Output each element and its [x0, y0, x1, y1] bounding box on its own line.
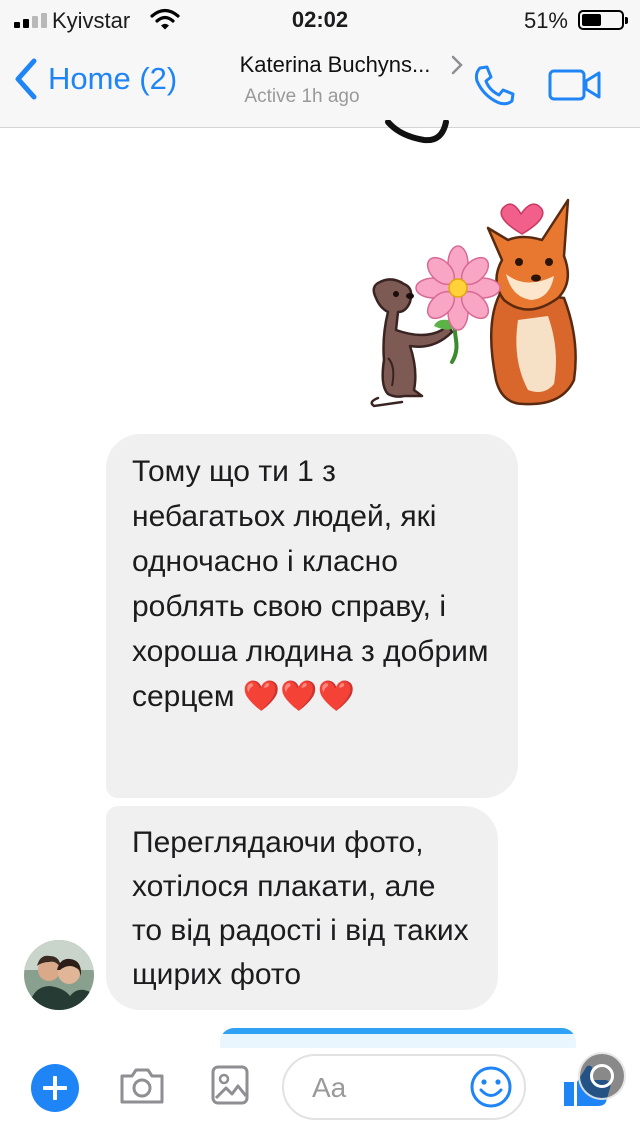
status-bar: Kyivstar 02:02 51% [0, 0, 640, 40]
message-bubble[interactable]: Переглядаючи фото, хотілося плакати, але… [106, 806, 498, 1010]
message-bubble[interactable]: Тому що ти 1 з небагатьох людей, які одн… [106, 434, 518, 798]
phone-icon[interactable] [470, 62, 518, 110]
battery-icon [578, 10, 628, 30]
camera-icon[interactable] [118, 1066, 166, 1106]
chevron-right-icon [451, 55, 463, 75]
assistive-touch-button[interactable] [578, 1052, 626, 1100]
message-input[interactable]: Aa [282, 1054, 526, 1120]
composer-bar: Aa [0, 1034, 640, 1136]
emoji-icon[interactable] [468, 1064, 514, 1110]
plus-icon[interactable] [31, 1064, 79, 1112]
dog-and-fox-with-flower-sticker[interactable] [362, 190, 582, 410]
video-camera-icon[interactable] [548, 68, 602, 102]
avatar[interactable] [24, 940, 94, 1010]
conversation-header: Home (2) Katerina Buchyns... Active 1h a… [0, 40, 640, 128]
heart-icon [500, 203, 544, 235]
gallery-icon[interactable] [210, 1064, 250, 1106]
chevron-left-icon [15, 58, 37, 100]
message-input-placeholder: Aa [312, 1072, 347, 1103]
contact-name: Katerina Buchyns... [239, 52, 431, 77]
battery-percent: 51% [523, 8, 568, 33]
contact-info-button[interactable]: Katerina Buchyns... Active 1h ago [200, 52, 470, 108]
contact-status: Active 1h ago [244, 86, 360, 107]
sticker-fragment-image [385, 120, 449, 144]
